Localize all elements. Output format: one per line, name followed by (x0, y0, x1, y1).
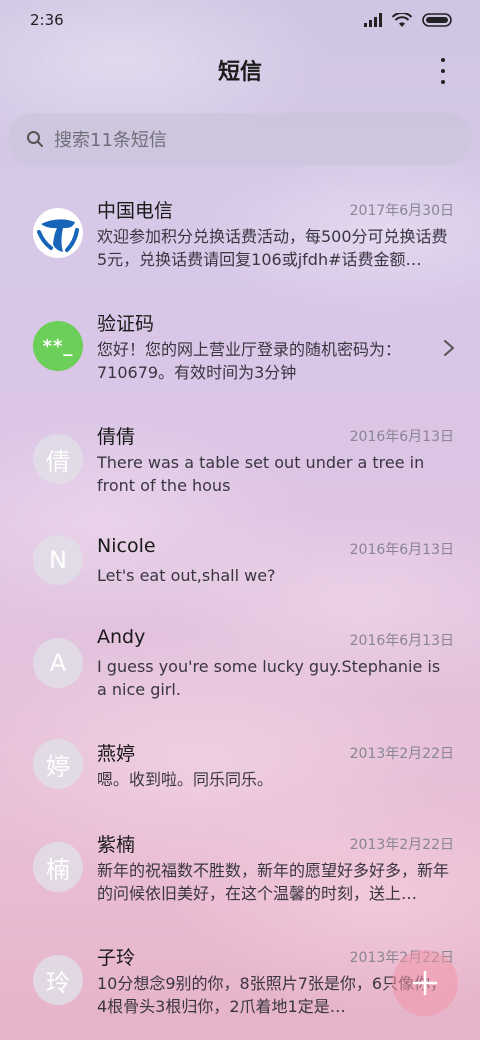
signal-icon (364, 13, 382, 27)
conversation-item[interactable]: **_ 验证码 您好！您的网上营业厅登录的随机密码为：710679。有效时间为3… (0, 293, 480, 403)
conversation-preview: 新年的祝福数不胜数，新年的愿望好多好多，新年的问候依旧美好，在这个温馨的时刻，送… (97, 861, 450, 903)
page-title: 短信 (217, 60, 262, 85)
status-icons (364, 12, 452, 28)
conversation-item[interactable]: 倩 倩倩 2016年6月13日 There was a table set ou… (0, 406, 480, 516)
search-icon (27, 131, 43, 147)
avatar: 婷 (33, 739, 83, 789)
avatar: 楠 (33, 842, 83, 892)
conversation-name: 燕婷 (97, 743, 136, 765)
conversation-preview: 嗯。收到啦。同乐同乐。 (97, 770, 274, 789)
battery-icon (422, 13, 452, 27)
conversation-name: 中国电信 (97, 200, 174, 222)
new-message-button[interactable] (392, 950, 458, 1016)
conversation-preview: Let's eat out,shall we? (97, 566, 276, 585)
conversation-date: 2013年2月22日 (349, 746, 454, 762)
plus-icon (412, 970, 438, 996)
conversation-item[interactable]: A Andy 2016年6月13日 I guess you're some lu… (0, 610, 480, 720)
avatar: N (33, 535, 83, 585)
conversation-preview: 您好！您的网上营业厅登录的随机密码为：710679。有效时间为3分钟 (97, 340, 402, 382)
avatar: 玲 (33, 955, 83, 1005)
verification-code-avatar: **_ (33, 321, 83, 371)
conversation-preview: I guess you're some lucky guy.Stephanie … (97, 657, 441, 699)
header: 短信 (0, 48, 480, 92)
conversation-name: 紫楠 (97, 834, 136, 856)
conversation-name: 子玲 (97, 947, 136, 969)
wifi-icon (392, 12, 412, 27)
conversation-date: 2016年6月13日 (349, 633, 454, 649)
conversation-name: Andy (97, 626, 146, 648)
conversation-item[interactable]: 中国电信 2017年6月30日 欢迎参加积分兑换话费活动，每500分可兑换话费5… (0, 180, 480, 290)
search-input[interactable]: 搜索11条短信 (8, 113, 472, 165)
status-bar: 2:36 (0, 0, 480, 40)
conversation-name: 验证码 (97, 313, 155, 335)
conversation-preview: There was a table set out under a tree i… (97, 453, 425, 495)
conversation-name: 倩倩 (97, 426, 136, 448)
conversation-date: 2016年6月13日 (349, 542, 454, 558)
conversation-item[interactable]: 楠 紫楠 2013年2月22日 新年的祝福数不胜数，新年的愿望好多好多，新年的问… (0, 814, 480, 924)
conversation-date: 2016年6月13日 (349, 429, 454, 445)
more-options-icon[interactable] (432, 58, 454, 84)
chevron-right-icon[interactable] (442, 339, 456, 357)
china-telecom-logo-icon (33, 208, 83, 258)
conversation-name: Nicole (97, 535, 156, 557)
conversation-preview: 欢迎参加积分兑换话费活动，每500分可兑换话费5元，兑换话费请回复106或jfd… (97, 227, 448, 269)
conversation-date: 2017年6月30日 (349, 203, 454, 219)
search-placeholder: 搜索11条短信 (54, 130, 167, 151)
status-time: 2:36 (30, 11, 64, 29)
conversation-date: 2013年2月22日 (349, 837, 454, 853)
avatar: 倩 (33, 434, 83, 484)
avatar: A (33, 638, 83, 688)
